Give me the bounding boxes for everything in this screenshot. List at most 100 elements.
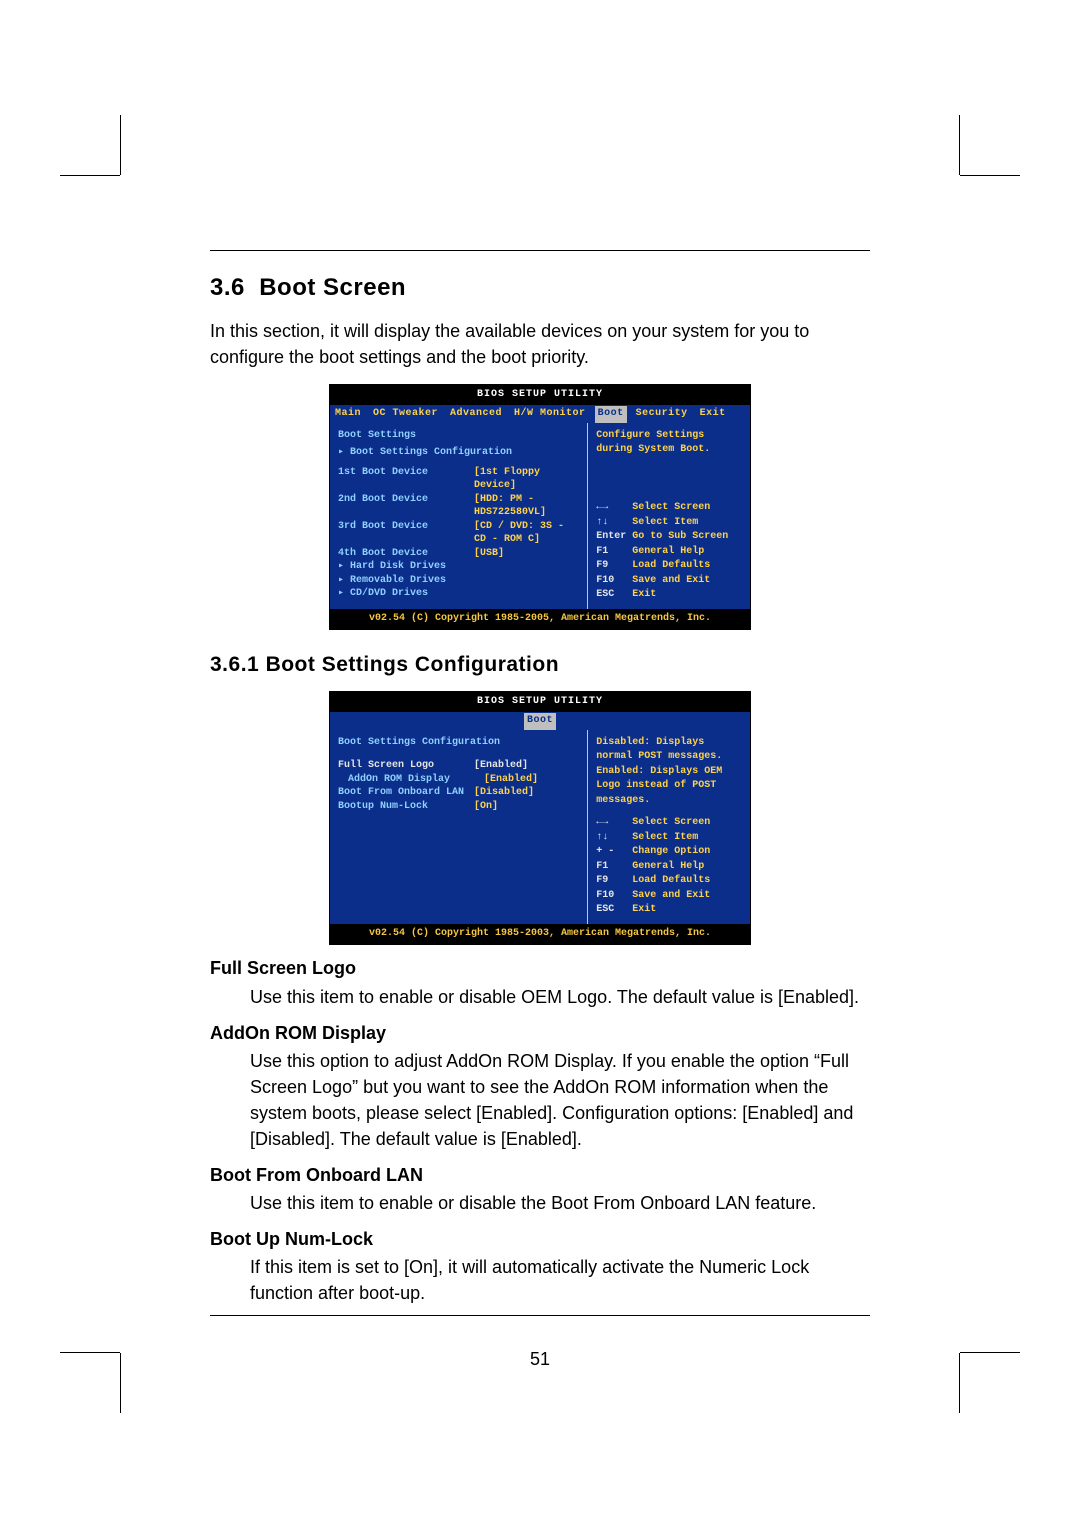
subsection-heading: 3.6.1 Boot Settings Configuration bbox=[210, 650, 870, 680]
bios-submenu-link[interactable]: Boot Settings Configuration bbox=[338, 446, 579, 460]
key-action: Exit bbox=[632, 588, 656, 603]
crop-mark bbox=[960, 1352, 1020, 1353]
key-action: Change Option bbox=[632, 845, 710, 860]
section-heading: 3.6 Boot Screen bbox=[210, 271, 870, 306]
row-value: [On] bbox=[474, 800, 498, 814]
bios-submenu-link[interactable]: Removable Drives bbox=[338, 574, 579, 588]
bios-setting-row[interactable]: Full Screen Logo [Enabled] bbox=[338, 759, 579, 773]
key-action: Load Defaults bbox=[632, 559, 710, 574]
key-name: + - bbox=[596, 845, 626, 860]
bios-setting-row[interactable]: Boot From Onboard LAN[Disabled] bbox=[338, 786, 579, 800]
key-action: Save and Exit bbox=[632, 889, 710, 904]
option-title: Full Screen Logo bbox=[210, 955, 870, 981]
key-action: Select Item bbox=[632, 831, 698, 846]
bios-tabs: Main OC Tweaker Advanced H/W Monitor Boot Sec… bbox=[330, 405, 750, 423]
bios-right-pane: Disabled: Displaysnormal POST messages.E… bbox=[587, 730, 750, 924]
key-name: F1 bbox=[596, 545, 626, 560]
crop-mark bbox=[959, 115, 960, 175]
bios-tabs: Boot bbox=[330, 712, 750, 730]
row-value: [CD / DVD: 3S - CD - ROM C] bbox=[474, 520, 579, 547]
boot-device-row[interactable]: 2nd Boot Device[HDD: PM - HDS722580VL] bbox=[338, 493, 579, 520]
bios-right-pane: Configure Settingsduring System Boot. ←→… bbox=[587, 423, 750, 609]
row-label: 3rd Boot Device bbox=[338, 520, 468, 547]
boot-device-row[interactable]: 4th Boot Device[USB] bbox=[338, 547, 579, 561]
section-title: Boot Screen bbox=[259, 274, 406, 301]
option-description: Use this option to adjust AddOn ROM Disp… bbox=[250, 1048, 870, 1152]
key-name: Enter bbox=[596, 530, 626, 545]
bios-tab-boot[interactable]: Boot bbox=[595, 406, 627, 423]
manual-page: 3.6 Boot Screen In this section, it will… bbox=[0, 0, 1080, 1528]
section-number: 3.6 bbox=[210, 274, 245, 301]
options-list: Full Screen Logo Use this item to enable … bbox=[210, 955, 870, 1306]
option-title: AddOn ROM Display bbox=[210, 1020, 870, 1046]
bios-screenshot-boot-settings: BIOS SETUP UTILITY Boot Boot Settings Co… bbox=[329, 691, 751, 946]
bios-setting-row[interactable]: Bootup Num-Lock [On] bbox=[338, 800, 579, 814]
row-value: [USB] bbox=[474, 547, 504, 561]
bios-left-pane: Boot Settings Configuration Full Screen … bbox=[330, 730, 587, 924]
crop-mark bbox=[960, 175, 1020, 176]
bios-tab-oc-tweaker[interactable]: OC Tweaker bbox=[370, 406, 441, 423]
crop-mark bbox=[120, 1353, 121, 1413]
bios-submenu-link[interactable]: Hard Disk Drives bbox=[338, 560, 579, 574]
bios-tab-security[interactable]: Security bbox=[633, 406, 691, 423]
crop-mark bbox=[120, 115, 121, 175]
key-action: Select Screen bbox=[632, 501, 710, 516]
key-name: ←→ bbox=[596, 816, 626, 831]
section-intro: In this section, it will display the ava… bbox=[210, 318, 870, 370]
key-name: ←→ bbox=[596, 501, 626, 516]
submenu-label: Boot Settings Configuration bbox=[350, 446, 512, 460]
key-name: ↑↓ bbox=[596, 516, 626, 531]
key-name: ESC bbox=[596, 903, 626, 918]
subsection-title: Boot Settings Configuration bbox=[266, 653, 559, 676]
key-name: F10 bbox=[596, 574, 626, 589]
bios-title: BIOS SETUP UTILITY bbox=[330, 692, 750, 713]
row-label: 2nd Boot Device bbox=[338, 493, 468, 520]
page-number: 51 bbox=[210, 1346, 870, 1372]
top-rule bbox=[210, 250, 870, 251]
key-action: Load Defaults bbox=[632, 874, 710, 889]
key-name: F10 bbox=[596, 889, 626, 904]
bios-tab-h-w-monitor[interactable]: H/W Monitor bbox=[511, 406, 589, 423]
key-name: F9 bbox=[596, 874, 626, 889]
row-label: Full Screen Logo bbox=[338, 759, 468, 773]
bios-left-heading: Boot Settings Configuration bbox=[338, 736, 579, 750]
bios-tab-advanced[interactable]: Advanced bbox=[447, 406, 505, 423]
bios-tab-boot[interactable]: Boot bbox=[524, 713, 556, 730]
bios-left-heading: Boot Settings bbox=[338, 429, 579, 443]
bios-copyright: v02.54 (C) Copyright 1985-2005, American… bbox=[330, 609, 750, 630]
option-title: Boot Up Num-Lock bbox=[210, 1226, 870, 1252]
row-value: [Disabled] bbox=[474, 786, 534, 800]
bios-tab-main[interactable]: Main bbox=[332, 406, 364, 423]
key-action: Save and Exit bbox=[632, 574, 710, 589]
option-title: Boot From Onboard LAN bbox=[210, 1162, 870, 1188]
key-action: Exit bbox=[632, 903, 656, 918]
row-value: [Enabled] bbox=[474, 759, 528, 773]
bios-left-pane: Boot Settings Boot Settings Configuratio… bbox=[330, 423, 587, 609]
bios-setting-row[interactable]: AddOn ROM Display [Enabled] bbox=[338, 773, 579, 787]
row-label: Bootup Num-Lock bbox=[338, 800, 468, 814]
row-label: AddOn ROM Display bbox=[338, 773, 478, 787]
bottom-rule bbox=[210, 1315, 870, 1316]
option-description: Use this item to enable or disable OEM L… bbox=[250, 984, 870, 1010]
bios-copyright: v02.54 (C) Copyright 1985-2003, American… bbox=[330, 924, 750, 945]
boot-device-row[interactable]: 3rd Boot Device[CD / DVD: 3S - CD - ROM … bbox=[338, 520, 579, 547]
key-action: Select Item bbox=[632, 516, 698, 531]
key-action: General Help bbox=[632, 545, 704, 560]
row-value: [Enabled] bbox=[484, 773, 538, 787]
bios-tab-exit[interactable]: Exit bbox=[697, 406, 729, 423]
key-name: ESC bbox=[596, 588, 626, 603]
boot-device-row[interactable]: 1st Boot Device[1st Floppy Device] bbox=[338, 466, 579, 493]
key-action: Select Screen bbox=[632, 816, 710, 831]
content-column: 3.6 Boot Screen In this section, it will… bbox=[210, 0, 870, 1372]
bios-submenu-link[interactable]: CD/DVD Drives bbox=[338, 587, 579, 601]
bios-key-hints: ←→Select Screen↑↓Select ItemEnterGo to S… bbox=[596, 501, 744, 603]
bios-title: BIOS SETUP UTILITY bbox=[330, 385, 750, 406]
key-name: ↑↓ bbox=[596, 831, 626, 846]
key-action: General Help bbox=[632, 860, 704, 875]
option-description: Use this item to enable or disable the B… bbox=[250, 1190, 870, 1216]
bios-help-text: Disabled: Displaysnormal POST messages.E… bbox=[596, 736, 744, 809]
bios-help-text: Configure Settingsduring System Boot. bbox=[596, 429, 744, 458]
bios-key-hints: ←→ Select Screen ↑↓ Select Item + - Change Op… bbox=[596, 816, 744, 918]
row-value: [1st Floppy Device] bbox=[474, 466, 579, 493]
row-value: [HDD: PM - HDS722580VL] bbox=[474, 493, 579, 520]
